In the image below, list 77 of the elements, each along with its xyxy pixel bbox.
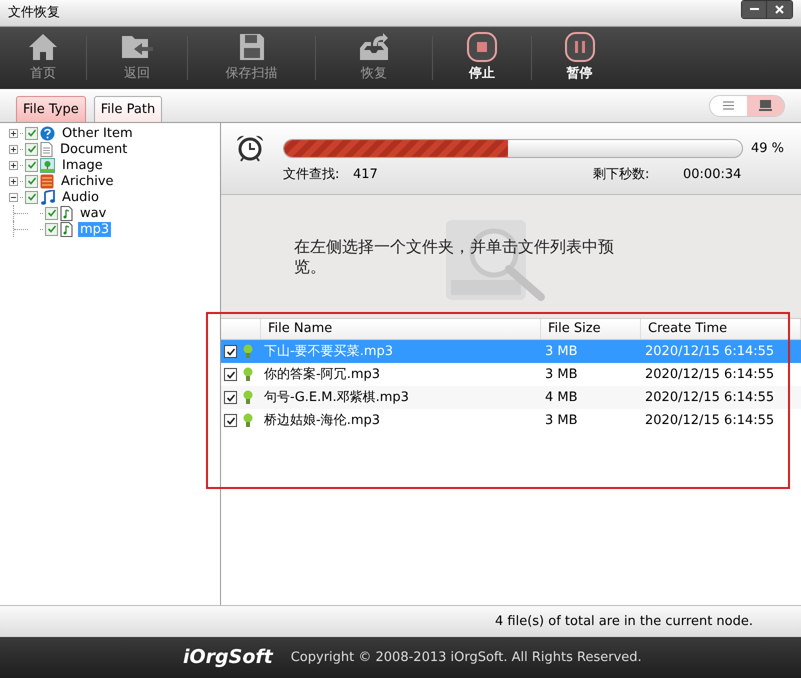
minimize-icon: [750, 8, 758, 11]
checkbox[interactable]: [224, 414, 237, 427]
expand-icon[interactable]: [9, 160, 18, 170]
copyright-text: Copyright © 2008-2013 iOrgSoft. All Rights Reserved.: [290, 648, 642, 667]
file-size-cell-text: 3 MB: [544, 366, 579, 384]
preview-hint: 在左侧选择一个文件夹，并单击文件列表中预览。: [294, 236, 615, 276]
checkbox[interactable]: [45, 206, 58, 220]
checkbox[interactable]: [25, 126, 38, 140]
status-text: 4 file(s) of total are in the current node.: [495, 612, 753, 631]
tree-item[interactable]: Audio: [60, 190, 101, 204]
checkbox[interactable]: [45, 222, 58, 236]
tray-arrow-icon: [357, 32, 391, 62]
remaining-time: 00:00:34: [683, 166, 742, 184]
audio-file-icon: [60, 206, 73, 220]
column-header[interactable]: File Name: [261, 319, 541, 339]
tab[interactable]: File Path: [94, 96, 162, 122]
file-name-cell-text: 下山-要不要买菜.mp3: [263, 342, 394, 361]
checkbox[interactable]: [25, 174, 38, 188]
tree-item[interactable]: Image: [60, 158, 105, 172]
expand-icon[interactable]: [9, 128, 18, 138]
preview-view-button[interactable]: [747, 96, 784, 116]
column-header[interactable]: Create Time: [641, 319, 801, 339]
pause-icon: [562, 32, 596, 62]
close-icon: [775, 5, 784, 14]
file-size-cell-text: 4 MB: [544, 388, 579, 407]
tree-item[interactable]: wav: [78, 206, 108, 220]
toolbar-button[interactable]: 暂停: [532, 27, 627, 89]
file-size-cell-text: 3 MB: [544, 342, 579, 361]
save-icon: [238, 32, 266, 62]
home-icon: [27, 32, 59, 62]
image-icon: [40, 158, 55, 172]
table-row[interactable]: 句号-G.E.M.邓紫棋.mp3 4 MB 2020/12/15 6:14:55: [221, 386, 801, 409]
window-title: 文件恢复: [8, 4, 60, 22]
column-header[interactable]: File Size: [541, 319, 641, 339]
checkbox[interactable]: [25, 190, 38, 204]
alarm-clock-icon: [235, 133, 265, 163]
expand-icon[interactable]: [9, 176, 18, 186]
found-count: 417: [353, 166, 379, 184]
checkbox[interactable]: [224, 345, 237, 358]
tree-item[interactable]: Document: [58, 142, 130, 156]
lightbulb-icon: [243, 413, 253, 428]
close-button[interactable]: [767, 1, 792, 18]
file-name-cell-text: 句号-G.E.M.邓紫棋.mp3: [263, 388, 410, 407]
checkbox[interactable]: [25, 158, 38, 172]
logo: iOrgSoft: [183, 645, 273, 670]
list-view-button[interactable]: [710, 96, 747, 116]
tree-item[interactable]: Other Item: [60, 126, 135, 140]
document-icon: [40, 142, 53, 156]
found-label: 文件查找:: [283, 166, 340, 184]
question-icon: [40, 126, 55, 140]
toolbar-button[interactable]: 停止: [433, 27, 531, 89]
monitor-icon: [759, 100, 772, 111]
file-name-cell-text: 桥边姑娘-海伦.mp3: [263, 412, 382, 430]
checkbox[interactable]: [25, 142, 38, 156]
minimize-button[interactable]: [742, 1, 767, 18]
archive-icon: [40, 174, 54, 188]
remaining-label: 剩下秒数:: [593, 166, 650, 184]
stop-icon: [465, 32, 499, 62]
tree-item[interactable]: Arichive: [59, 174, 116, 188]
lightbulb-icon: [243, 390, 253, 405]
lightbulb-icon: [243, 344, 253, 359]
expand-icon[interactable]: [9, 144, 18, 154]
create-time-cell-text: 2020/12/15 6:14:55: [644, 366, 776, 384]
create-time-cell-text: 2020/12/15 6:14:55: [644, 342, 776, 361]
create-time-cell-text: 2020/12/15 6:14:55: [644, 412, 776, 430]
collapse-icon[interactable]: [9, 192, 18, 202]
progress-percent: 49 %: [751, 140, 784, 158]
checkbox[interactable]: [224, 368, 237, 381]
file-size-cell-text: 3 MB: [544, 412, 579, 430]
music-note-icon: [40, 190, 55, 204]
audio-file-icon: [60, 222, 73, 236]
list-icon: [723, 101, 734, 110]
lightbulb-icon: [243, 367, 253, 382]
checkbox[interactable]: [224, 391, 237, 404]
file-name-cell-text: 你的答案-阿冗.mp3: [263, 366, 382, 384]
create-time-cell-text: 2020/12/15 6:14:55: [644, 388, 776, 407]
tab[interactable]: File Type: [16, 96, 86, 122]
